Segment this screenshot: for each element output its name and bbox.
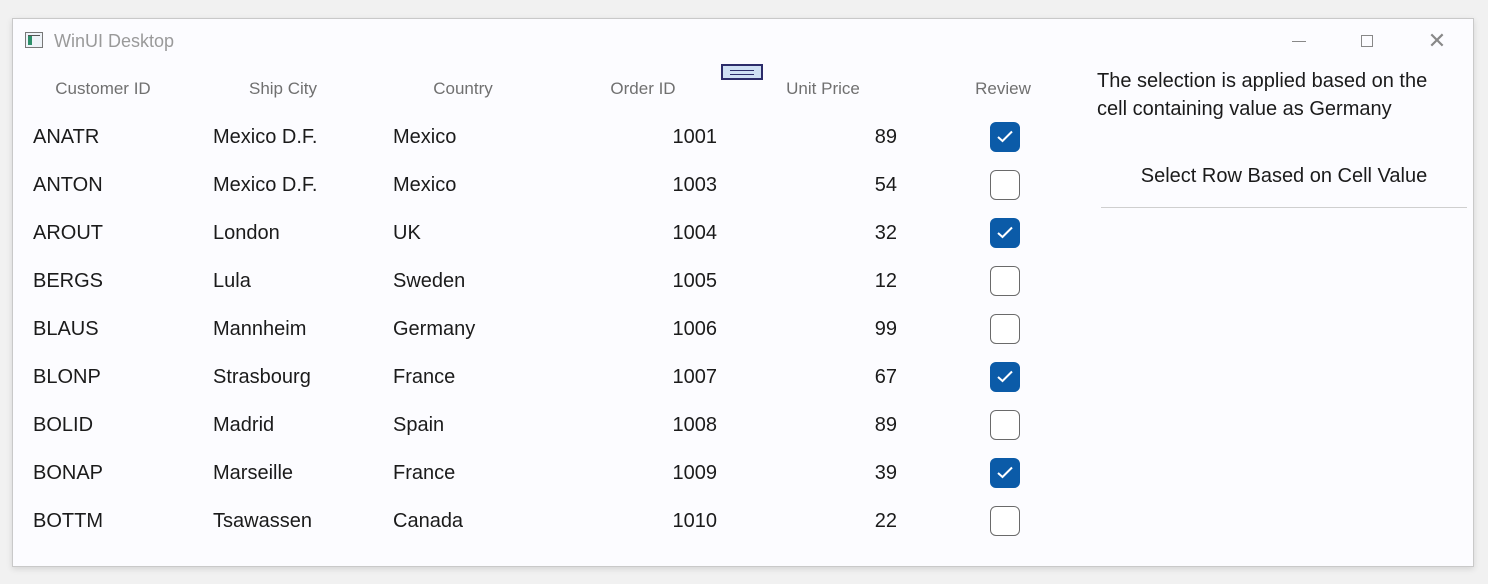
close-button[interactable]: ✕: [1408, 25, 1466, 57]
cell-order-id[interactable]: 1006: [573, 305, 718, 353]
header-customer-id[interactable]: Customer ID: [33, 78, 173, 100]
cell-order-id[interactable]: 1004: [573, 209, 718, 257]
app-icon: [25, 32, 43, 48]
cell-customer-id[interactable]: AROUT: [33, 209, 183, 257]
cell-customer-id[interactable]: BERGS: [33, 257, 183, 305]
cell-unit-price[interactable]: 22: [753, 497, 897, 545]
header-unit-price[interactable]: Unit Price: [753, 78, 893, 100]
cell-ship-city[interactable]: Strasbourg: [213, 353, 383, 401]
title-bar[interactable]: WinUI Desktop ✕: [13, 19, 1473, 63]
cell-country[interactable]: UK: [393, 209, 563, 257]
cell-unit-price[interactable]: 32: [753, 209, 897, 257]
cell-unit-price[interactable]: 89: [753, 401, 897, 449]
cell-order-id[interactable]: 1007: [573, 353, 718, 401]
cell-unit-price[interactable]: 89: [753, 113, 897, 161]
table-row[interactable]: BERGS Lula Sweden 1005 12: [13, 257, 1073, 305]
column-resize-handle[interactable]: [721, 64, 763, 80]
cell-country[interactable]: Mexico: [393, 161, 563, 209]
table-row[interactable]: ANATR Mexico D.F. Mexico 1001 89: [13, 113, 1073, 161]
cell-customer-id[interactable]: ANTON: [33, 161, 183, 209]
cell-ship-city[interactable]: Marseille: [213, 449, 383, 497]
cell-unit-price[interactable]: 99: [753, 305, 897, 353]
cell-order-id[interactable]: 1001: [573, 113, 718, 161]
cell-ship-city[interactable]: Mexico D.F.: [213, 161, 383, 209]
header-order-id[interactable]: Order ID: [573, 78, 713, 100]
checkmark-icon: [997, 130, 1013, 143]
minimize-icon: [1292, 40, 1306, 42]
select-row-button-label: Select Row Based on Cell Value: [1140, 165, 1428, 187]
cell-ship-city[interactable]: Madrid: [213, 401, 383, 449]
cell-country[interactable]: Spain: [393, 401, 563, 449]
cell-country[interactable]: Germany: [393, 305, 563, 353]
table-row[interactable]: BONAP Marseille France 1009 39: [13, 449, 1073, 497]
cell-order-id[interactable]: 1008: [573, 401, 718, 449]
checkmark-icon: [997, 226, 1013, 239]
table-row[interactable]: BOLID Madrid Spain 1008 89: [13, 401, 1073, 449]
cell-customer-id[interactable]: BLAUS: [33, 305, 183, 353]
close-icon: ✕: [1427, 28, 1447, 53]
table-row[interactable]: ANTON Mexico D.F. Mexico 1003 54: [13, 161, 1073, 209]
maximize-button[interactable]: [1338, 25, 1396, 57]
cell-customer-id[interactable]: ANATR: [33, 113, 183, 161]
cell-order-id[interactable]: 1010: [573, 497, 718, 545]
review-checkbox[interactable]: [990, 410, 1020, 440]
cell-ship-city[interactable]: Lula: [213, 257, 383, 305]
select-row-button[interactable]: Select Row Based on Cell Value: [1101, 146, 1467, 208]
cell-unit-price[interactable]: 67: [753, 353, 897, 401]
cell-order-id[interactable]: 1005: [573, 257, 718, 305]
cell-country[interactable]: France: [393, 353, 563, 401]
checkmark-icon: [997, 370, 1013, 383]
cell-ship-city[interactable]: Tsawassen: [213, 497, 383, 545]
cell-unit-price[interactable]: 39: [753, 449, 897, 497]
table-row[interactable]: BLAUS Mannheim Germany 1006 99: [13, 305, 1073, 353]
window-title: WinUI Desktop: [54, 31, 175, 51]
cell-customer-id[interactable]: BOTTM: [33, 497, 183, 545]
checkmark-icon: [997, 466, 1013, 479]
cell-country[interactable]: Mexico: [393, 113, 563, 161]
cell-customer-id[interactable]: BOLID: [33, 401, 183, 449]
cell-unit-price[interactable]: 54: [753, 161, 897, 209]
cell-ship-city[interactable]: Mannheim: [213, 305, 383, 353]
review-checkbox[interactable]: [990, 170, 1020, 200]
maximize-icon: [1361, 35, 1373, 47]
cell-unit-price[interactable]: 12: [753, 257, 897, 305]
minimize-button[interactable]: [1270, 25, 1328, 57]
review-checkbox[interactable]: [990, 362, 1020, 392]
cell-ship-city[interactable]: London: [213, 209, 383, 257]
table-row[interactable]: AROUT London UK 1004 32: [13, 209, 1073, 257]
selection-description: The selection is applied based on the ce…: [1097, 70, 1428, 120]
header-country[interactable]: Country: [393, 78, 533, 100]
cell-order-id[interactable]: 1009: [573, 449, 718, 497]
cell-customer-id[interactable]: BONAP: [33, 449, 183, 497]
review-checkbox[interactable]: [990, 122, 1020, 152]
cell-country[interactable]: Canada: [393, 497, 563, 545]
cell-country[interactable]: Sweden: [393, 257, 563, 305]
review-checkbox[interactable]: [990, 314, 1020, 344]
review-checkbox[interactable]: [990, 266, 1020, 296]
cell-customer-id[interactable]: BLONP: [33, 353, 183, 401]
cell-order-id[interactable]: 1003: [573, 161, 718, 209]
review-checkbox[interactable]: [990, 218, 1020, 248]
table-row[interactable]: BLONP Strasbourg France 1007 67: [13, 353, 1073, 401]
header-ship-city[interactable]: Ship City: [213, 78, 353, 100]
table-row[interactable]: BOTTM Tsawassen Canada 1010 22: [13, 497, 1073, 545]
app-window: WinUI Desktop ✕ Customer ID Ship City Co…: [12, 18, 1474, 567]
review-checkbox[interactable]: [990, 458, 1020, 488]
header-review[interactable]: Review: [933, 78, 1073, 100]
cell-ship-city[interactable]: Mexico D.F.: [213, 113, 383, 161]
review-checkbox[interactable]: [990, 506, 1020, 536]
cell-country[interactable]: France: [393, 449, 563, 497]
